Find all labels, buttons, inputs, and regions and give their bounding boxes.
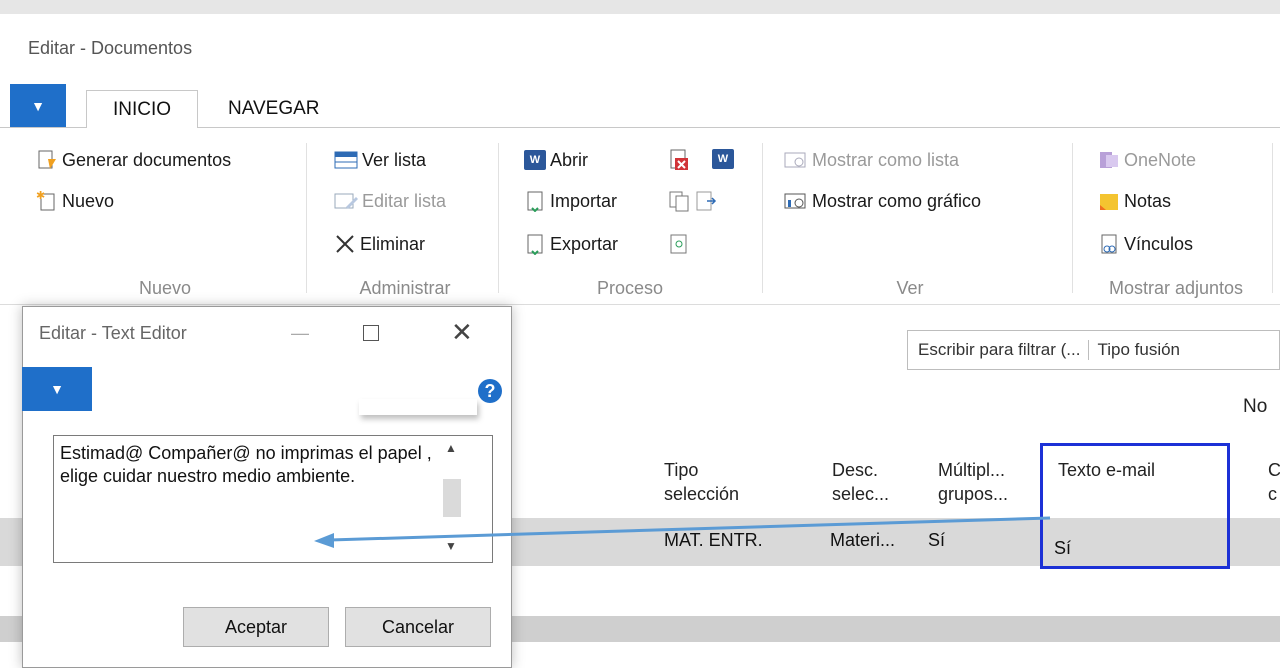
group-separator [1072,143,1073,293]
dialog-menu-button[interactable]: ▼ [22,367,92,411]
onenote-icon [1098,149,1120,171]
column-label-no: No [1243,396,1268,417]
import-icon [524,190,546,212]
generar-documentos-button[interactable]: Generar documentos [36,145,231,175]
header-line: Desc. [832,460,879,480]
generar-documentos-label: Generar documentos [62,149,232,170]
new-document-icon: ✱ [36,190,58,212]
group-label-proceso: Proceso [596,278,664,298]
window-title: Editar - Documentos [28,38,193,58]
header-line: c [1268,484,1277,504]
header-line: C [1268,460,1280,480]
eliminar-label: Eliminar [360,233,426,254]
delete-word-icon[interactable] [668,149,690,171]
column-header-desc-seleccion[interactable]: Desc. selec... [832,458,889,506]
group-separator [306,143,307,293]
app-menu-button[interactable]: ▼ [10,84,66,127]
group-label-mostrar-adjuntos: Mostrar adjuntos [1108,278,1244,298]
notas-label: Notas [1124,190,1172,211]
annotation-arrow [314,516,1051,548]
exportar-label: Exportar [550,233,619,254]
mostrar-como-lista-button[interactable]: Mostrar como lista [784,145,959,175]
notes-icon [1098,190,1120,212]
column-header-multiples-grupos[interactable]: Múltipl... grupos... [938,458,1008,506]
abrir-button[interactable]: W Abrir [524,145,588,175]
group-label-nuevo: Nuevo [138,278,192,298]
exportar-button[interactable]: Exportar [524,229,618,259]
importar-button[interactable]: Importar [524,186,617,216]
group-separator [1272,143,1273,293]
header-line: Tipo [664,460,699,480]
column-header-truncated[interactable]: C c [1268,458,1280,506]
window-top-strip [0,0,1280,14]
generate-documents-icon [36,149,58,171]
group-separator [498,143,499,293]
export-icon [524,233,546,255]
dialog-title: Editar - Text Editor [39,323,187,343]
aceptar-button[interactable]: Aceptar [183,607,329,647]
copy-icon[interactable] [668,190,690,212]
edit-list-icon [334,191,358,211]
group-label-ver: Ver [896,278,924,298]
eliminar-button[interactable]: Eliminar [334,229,425,259]
nuevo-button[interactable]: ✱ Nuevo [36,186,114,216]
abrir-label: Abrir [550,149,589,170]
nuevo-label: Nuevo [62,190,115,211]
ver-lista-label: Ver lista [362,149,427,170]
word-template-icon[interactable]: W [712,149,734,169]
vinculos-label: Vínculos [1124,233,1194,254]
svg-text:✱: ✱ [36,190,45,202]
tab-navegar[interactable]: NAVEGAR [228,90,320,128]
tab-inicio[interactable]: INICIO [86,90,198,128]
onenote-button[interactable]: OneNote [1098,145,1196,175]
export-list-icon[interactable] [695,190,717,212]
merge-fields-icon[interactable] [668,233,690,255]
cancelar-button[interactable]: Cancelar [345,607,491,647]
links-icon [1098,233,1120,255]
ver-lista-button[interactable]: Ver lista [334,145,426,175]
minimize-icon[interactable]: — [291,323,317,343]
show-as-list-icon [784,150,808,170]
filter-bar[interactable]: Escribir para filtrar (... Tipo fusión [907,330,1280,370]
maximize-icon[interactable] [363,325,379,341]
editar-lista-button[interactable]: Editar lista [334,186,446,216]
group-separator [762,143,763,293]
filter-field-select[interactable]: Tipo fusión [1089,340,1180,360]
mostrar-como-grafico-label: Mostrar como gráfico [812,190,982,211]
highlight-box [1040,443,1230,569]
help-icon[interactable]: ? [478,379,502,403]
list-view-icon [334,150,358,170]
column-header-tipo-seleccion[interactable]: Tipo selección [664,458,739,506]
close-icon[interactable]: ✕ [451,317,473,348]
scroll-up-icon[interactable]: ▲ [445,441,457,455]
header-line: Múltipl... [938,460,1006,480]
delete-x-icon [334,233,356,255]
show-as-chart-icon [784,191,808,211]
word-icon: W [524,150,546,170]
filter-input[interactable]: Escribir para filtrar (... [908,340,1090,360]
mostrar-como-grafico-button[interactable]: Mostrar como gráfico [784,186,981,216]
onenote-label: OneNote [1124,149,1197,170]
vinculos-button[interactable]: Vínculos [1098,229,1193,259]
notas-button[interactable]: Notas [1098,186,1171,216]
text-editor-dialog: Editar - Text Editor — ✕ ▼ ? Estimad@ Co… [22,306,512,668]
mostrar-como-lista-label: Mostrar como lista [812,149,960,170]
importar-label: Importar [550,190,618,211]
ribbon-bottom-border [0,304,1280,305]
editar-lista-label: Editar lista [362,190,447,211]
ribbon-collapsed-panel [359,399,477,415]
group-label-administrar: Administrar [359,278,451,298]
